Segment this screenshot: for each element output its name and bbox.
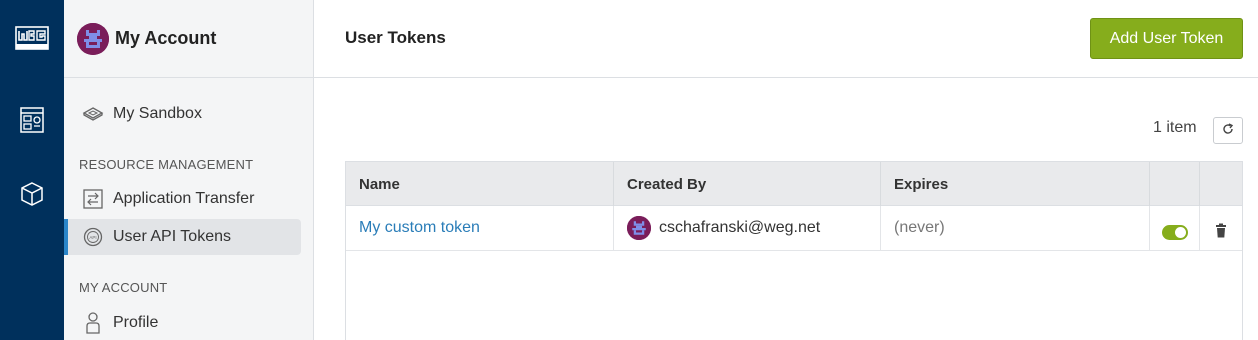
profile-icon bbox=[82, 312, 104, 334]
api-icon: API bbox=[82, 226, 104, 248]
sidebar-item-application-transfer[interactable]: Application Transfer bbox=[64, 181, 301, 217]
app-rail bbox=[0, 0, 64, 340]
transfer-icon bbox=[82, 188, 104, 210]
sidebar-item-label: My Sandbox bbox=[113, 105, 202, 122]
main-content: User Tokens Add User Token 1 item Name C… bbox=[314, 0, 1258, 340]
add-user-token-button[interactable]: Add User Token bbox=[1090, 18, 1243, 59]
item-count: 1 item bbox=[1153, 119, 1197, 136]
trash-icon bbox=[1214, 223, 1228, 243]
column-header-actions bbox=[1200, 162, 1242, 206]
tokens-table: Name Created By Expires My custom token bbox=[345, 161, 1243, 340]
package-icon[interactable] bbox=[18, 180, 46, 208]
page-title: User Tokens bbox=[345, 28, 446, 47]
sidebar-item-label: Profile bbox=[113, 314, 159, 331]
column-header-created-by[interactable]: Created By bbox=[614, 162, 881, 206]
refresh-icon bbox=[1222, 122, 1234, 140]
sandbox-icon bbox=[82, 103, 104, 125]
sidebar-item-label: Application Transfer bbox=[113, 190, 255, 207]
delete-token-button[interactable] bbox=[1214, 223, 1228, 239]
column-header-enabled bbox=[1150, 162, 1200, 206]
svg-text:API: API bbox=[89, 235, 96, 240]
creator-email: cschafranski@weg.net bbox=[659, 219, 821, 236]
sidebar-header: My Account bbox=[64, 0, 313, 78]
section-resource-management: RESOURCE MANAGEMENT bbox=[79, 157, 254, 172]
column-header-name[interactable]: Name bbox=[346, 162, 614, 206]
column-header-expires[interactable]: Expires bbox=[881, 162, 1150, 206]
created-by-cell: cschafranski@weg.net bbox=[614, 206, 881, 250]
dashboard-icon[interactable] bbox=[18, 106, 46, 134]
refresh-button[interactable] bbox=[1213, 117, 1243, 144]
sidebar-title: My Account bbox=[115, 28, 217, 48]
token-name-link[interactable]: My custom token bbox=[346, 206, 614, 250]
sidebar-item-profile[interactable]: Profile bbox=[64, 305, 301, 340]
expires-cell: (never) bbox=[881, 206, 1150, 250]
section-my-account: MY ACCOUNT bbox=[79, 280, 168, 295]
table-header: Name Created By Expires bbox=[346, 162, 1242, 206]
sidebar-item-user-api-tokens[interactable]: API User API Tokens bbox=[64, 219, 301, 255]
user-avatar-icon bbox=[77, 22, 109, 55]
token-enabled-toggle[interactable] bbox=[1162, 225, 1188, 240]
weg-logo-icon[interactable] bbox=[15, 26, 49, 50]
sidebar: My Account My Sandbox RESOURCE MANAGEMEN… bbox=[64, 0, 314, 340]
table-row: My custom token cschafranski@weg.net (ne… bbox=[346, 206, 1242, 251]
creator-avatar-icon bbox=[627, 216, 651, 240]
page-header: User Tokens Add User Token bbox=[314, 0, 1258, 78]
sidebar-item-label: User API Tokens bbox=[113, 228, 231, 245]
sidebar-item-my-sandbox[interactable]: My Sandbox bbox=[64, 96, 301, 132]
